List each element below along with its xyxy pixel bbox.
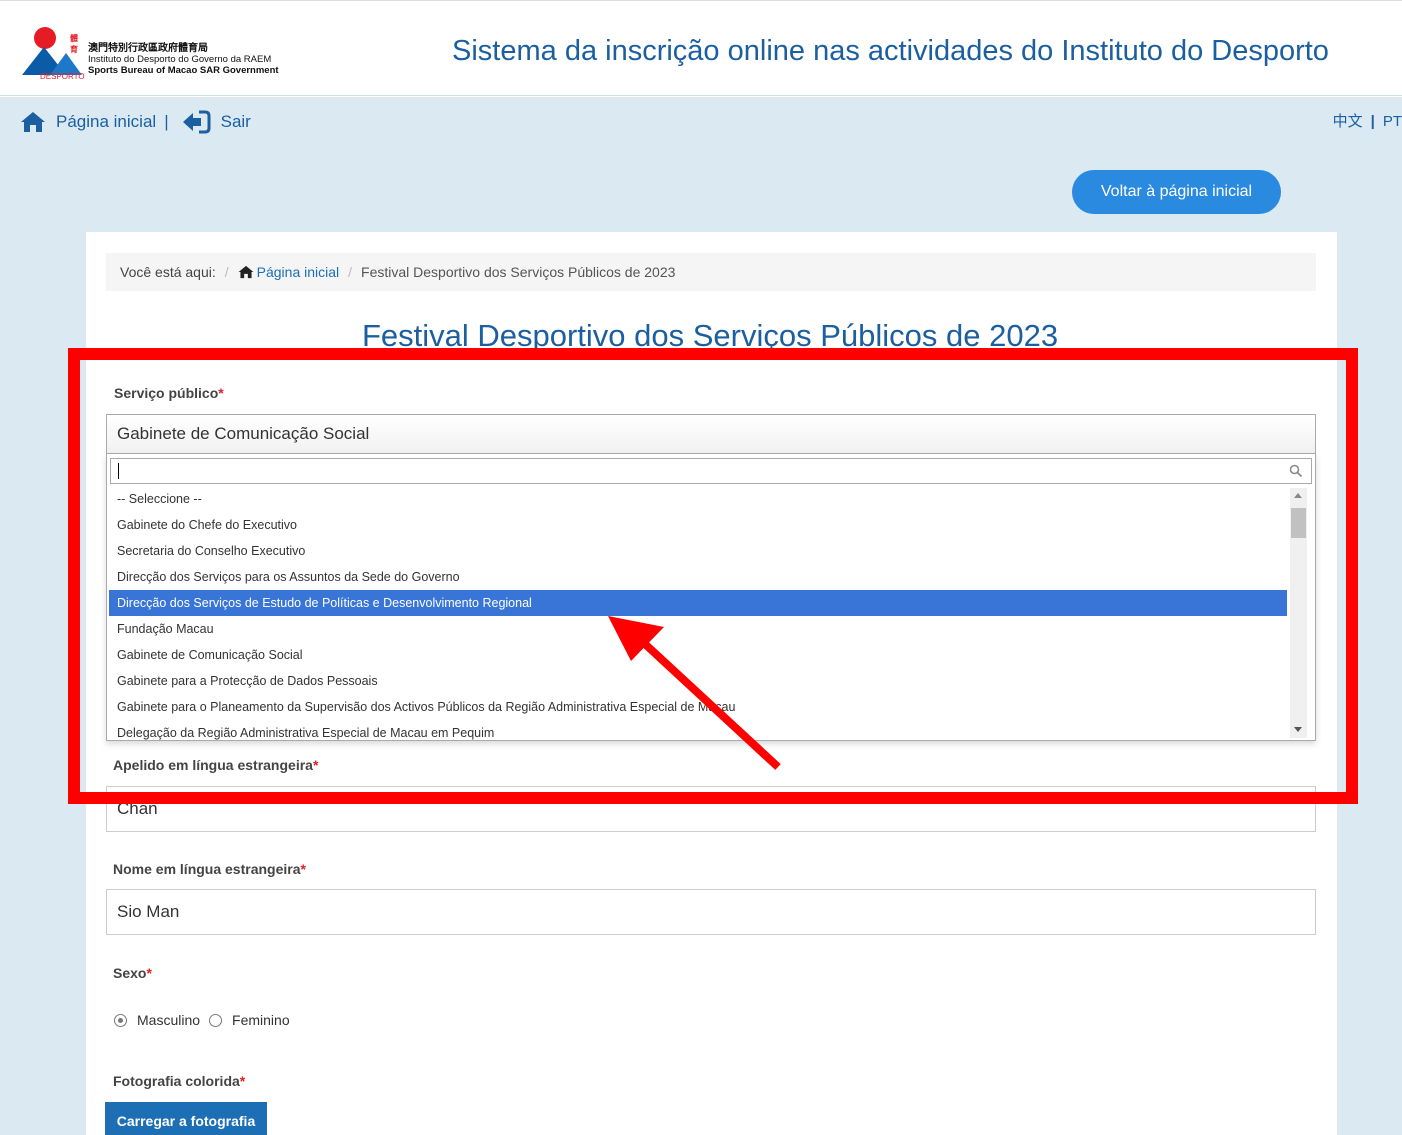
required-mark: *: [239, 1073, 246, 1089]
name-label-text: Nome em língua estrangeira: [113, 861, 301, 877]
sex-radio-group: Masculino Feminino: [114, 1012, 299, 1028]
name-label: Nome em língua estrangeira*: [113, 861, 306, 877]
home-link[interactable]: Página inicial: [56, 112, 156, 132]
scrollbar-thumb[interactable]: [1291, 508, 1306, 538]
scroll-up-arrow-icon[interactable]: [1294, 493, 1302, 498]
logout-icon[interactable]: [181, 109, 211, 135]
site-title: Sistema da inscrição online nas activida…: [452, 35, 1329, 67]
required-mark: *: [300, 861, 306, 877]
photo-label-text: Fotografia colorida: [113, 1073, 240, 1089]
service-label-text: Serviço público: [114, 385, 219, 401]
dropdown-option-highlighted[interactable]: Direcção dos Serviços de Estudo de Polít…: [109, 590, 1287, 616]
sex-radio-male[interactable]: [114, 1013, 127, 1027]
top-nav: Página inicial | Sair: [20, 108, 251, 136]
logo-text-zh: 澳門特別行政區政府體育局: [88, 43, 208, 54]
required-mark: *: [146, 965, 152, 981]
sex-label: Sexo*: [113, 965, 152, 981]
lang-zh-link[interactable]: 中文: [1333, 113, 1363, 130]
back-to-home-button[interactable]: Voltar à página inicial: [1072, 170, 1281, 214]
breadcrumb-home-icon: [238, 265, 254, 279]
logout-link[interactable]: Sair: [221, 112, 251, 132]
name-input[interactable]: Sio Man: [106, 889, 1316, 935]
required-mark: *: [312, 757, 319, 773]
search-icon: [1289, 464, 1303, 478]
nav-separator: |: [164, 112, 169, 131]
lang-separator: |: [1370, 113, 1375, 130]
required-mark: *: [218, 385, 224, 401]
sex-radio-female-label[interactable]: Feminino: [232, 1012, 290, 1028]
lang-pt-link[interactable]: PT: [1383, 113, 1402, 130]
logo-mark: 體育 DESPORTO: [20, 27, 85, 81]
dropdown-option[interactable]: Gabinete do Chefe do Executivo: [109, 512, 1287, 538]
breadcrumb-home-label: Página inicial: [256, 264, 340, 280]
sex-radio-female[interactable]: [209, 1013, 223, 1027]
dropdown-options-list: -- Seleccione -- Gabinete do Chefe do Ex…: [109, 486, 1287, 740]
surname-label-text: Apelido em língua estrangeira: [113, 757, 313, 773]
breadcrumb-prefix: Você está aqui:: [120, 264, 216, 280]
surname-input[interactable]: Chan: [106, 786, 1316, 832]
breadcrumb-current: Festival Desportivo dos Serviços Público…: [361, 264, 676, 280]
dropdown-option[interactable]: Secretaria do Conselho Executivo: [109, 538, 1287, 564]
dropdown-option[interactable]: Delegação da Região Administrativa Espec…: [109, 720, 1287, 740]
dropdown-scrollbar[interactable]: [1290, 488, 1307, 738]
dropdown-option[interactable]: -- Seleccione --: [109, 486, 1287, 512]
dropdown-search-input[interactable]: [110, 458, 1312, 484]
logo-mark-label: DESPORTO: [40, 72, 85, 81]
dropdown-option[interactable]: Gabinete para a Protecção de Dados Pesso…: [109, 668, 1287, 694]
logo-text-en: Sports Bureau of Macao SAR Government: [88, 65, 279, 76]
page-title: Festival Desportivo dos Serviços Público…: [361, 318, 1059, 352]
service-label: Serviço público*: [114, 385, 224, 401]
scroll-down-arrow-icon[interactable]: [1294, 727, 1302, 732]
sex-radio-male-label[interactable]: Masculino: [137, 1012, 200, 1028]
site-header: 體育 DESPORTO 澳門特別行政區政府體育局 Instituto do De…: [0, 0, 1402, 96]
dropdown-option[interactable]: Fundação Macau: [109, 616, 1287, 642]
sex-label-text: Sexo: [113, 965, 147, 981]
dropdown-option[interactable]: Gabinete para o Planeamento da Supervisã…: [109, 694, 1287, 720]
logo-mark-small: 體育: [70, 34, 78, 54]
surname-label: Apelido em língua estrangeira*: [113, 757, 318, 773]
breadcrumb-home[interactable]: Página inicial: [238, 264, 340, 280]
photo-label: Fotografia colorida*: [113, 1073, 245, 1089]
logo-text-pt: Instituto do Desporto do Governo da RAEM: [88, 54, 272, 65]
dropdown-option[interactable]: Gabinete de Comunicação Social: [109, 642, 1287, 668]
language-switcher: 中文 | PT: [1333, 110, 1402, 131]
sports-bureau-logo[interactable]: 體育 DESPORTO 澳門特別行政區政府體育局 Instituto do De…: [20, 27, 320, 83]
home-icon[interactable]: [20, 111, 46, 133]
breadcrumb: Você está aqui: / Página inicial / Festi…: [106, 253, 1316, 291]
logo-text: 澳門特別行政區政府體育局 Instituto do Desporto do Go…: [88, 43, 279, 76]
dropdown-option[interactable]: Direcção dos Serviços para os Assuntos d…: [109, 564, 1287, 590]
service-dropdown: -- Seleccione -- Gabinete do Chefe do Ex…: [106, 453, 1316, 741]
service-select[interactable]: Gabinete de Comunicação Social: [106, 414, 1316, 454]
upload-photo-button[interactable]: Carregar a fotografia: [105, 1102, 267, 1135]
